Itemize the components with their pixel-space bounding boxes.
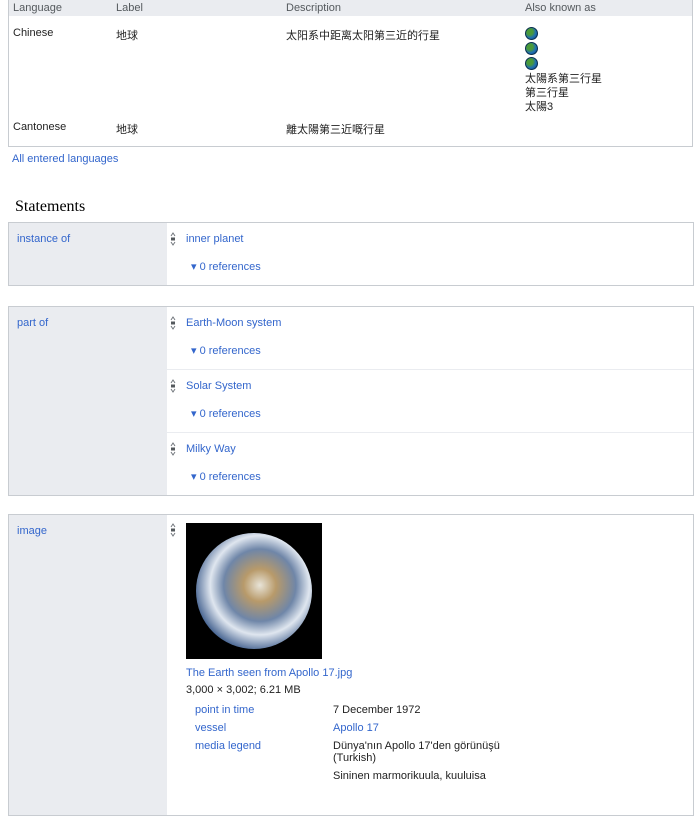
statement-group-image: image The Earth seen from Apollo 17.jpg …	[8, 514, 694, 816]
statement: Solar System ▾ 0 references	[167, 370, 693, 433]
description: 太阳系中距离太阳第三近的行星	[286, 30, 440, 42]
globe-icon	[525, 42, 538, 55]
property-link[interactable]: instance of	[17, 233, 70, 245]
statement-value[interactable]: Milky Way	[186, 443, 236, 455]
image-file-link[interactable]: The Earth seen from Apollo 17.jpg	[186, 667, 352, 679]
description: 離太陽第三近嘅行星	[286, 124, 385, 136]
references-toggle[interactable]: ▾ 0 references	[191, 407, 261, 420]
qualifier: point in time 7 December 1972	[195, 704, 500, 716]
header-aliases: Also known as	[525, 2, 596, 14]
normal-rank-icon[interactable]	[170, 379, 176, 393]
label: 地球	[116, 30, 138, 42]
statement-value[interactable]: Earth-Moon system	[186, 317, 281, 329]
header-description: Description	[286, 2, 342, 14]
qualifier-value: 7 December 1972	[333, 704, 421, 716]
header-label: Label	[116, 2, 143, 14]
aliases: 太陽系第三行星 第三行星 太陽3	[525, 27, 602, 114]
statement-value[interactable]: inner planet	[186, 233, 244, 245]
references-toggle[interactable]: ▾ 0 references	[191, 344, 261, 357]
alias: 太陽3	[525, 101, 554, 113]
earth-image-thumbnail[interactable]	[186, 523, 322, 659]
header-language: Language	[13, 2, 62, 14]
qualifier-value: Dünya'nın Apollo 17'den görünüşü	[333, 740, 500, 752]
image-meta: 3,000 × 3,002; 6.21 MB	[186, 684, 301, 696]
property-link[interactable]: part of	[17, 317, 48, 329]
label: 地球	[116, 124, 138, 136]
normal-rank-icon[interactable]	[170, 442, 176, 456]
qualifier-property[interactable]: media legend	[195, 740, 333, 782]
terms-header: Language Label Description Also known as	[9, 0, 692, 16]
globe-icon	[525, 57, 538, 70]
qualifier-property[interactable]: vessel	[195, 722, 333, 734]
qualifier-property[interactable]: point in time	[195, 704, 333, 716]
property-link[interactable]: image	[17, 525, 47, 537]
statement: Milky Way ▾ 0 references	[167, 433, 693, 495]
language: Chinese	[13, 27, 54, 39]
statement-group-part-of: part of Earth-Moon system ▾ 0 references…	[8, 306, 694, 496]
normal-rank-icon[interactable]	[170, 316, 176, 330]
alias: 第三行星	[525, 87, 569, 99]
qualifier: vessel Apollo 17	[195, 722, 500, 734]
statement: Earth-Moon system ▾ 0 references	[167, 307, 693, 370]
statements-heading: Statements	[15, 198, 86, 215]
statement-value[interactable]: Solar System	[186, 380, 251, 392]
qualifier-value: Sininen marmorikuula, kuuluisa	[333, 770, 486, 782]
normal-rank-icon[interactable]	[170, 523, 176, 537]
references-toggle[interactable]: ▾ 0 references	[191, 260, 261, 273]
qualifier-value[interactable]: Apollo 17	[333, 722, 379, 734]
globe-icon	[525, 27, 538, 40]
terms-table: Language Label Description Also known as…	[8, 0, 693, 147]
alias: 太陽系第三行星	[525, 73, 602, 85]
qualifier-language: (Turkish)	[333, 752, 376, 764]
normal-rank-icon[interactable]	[170, 232, 176, 246]
statement: inner planet ▾ 0 references	[167, 223, 693, 285]
all-entered-languages-link[interactable]: All entered languages	[12, 153, 118, 165]
qualifier: media legend Dünya'nın Apollo 17'den gör…	[195, 740, 500, 782]
table-row: Chinese 地球 太阳系中距离太阳第三近的行星 太陽系第三行星 第三行星 太…	[9, 16, 692, 114]
references-toggle[interactable]: ▾ 0 references	[191, 470, 261, 483]
language: Cantonese	[13, 121, 67, 133]
statement-group-instance-of: instance of inner planet ▾ 0 references	[8, 222, 694, 286]
